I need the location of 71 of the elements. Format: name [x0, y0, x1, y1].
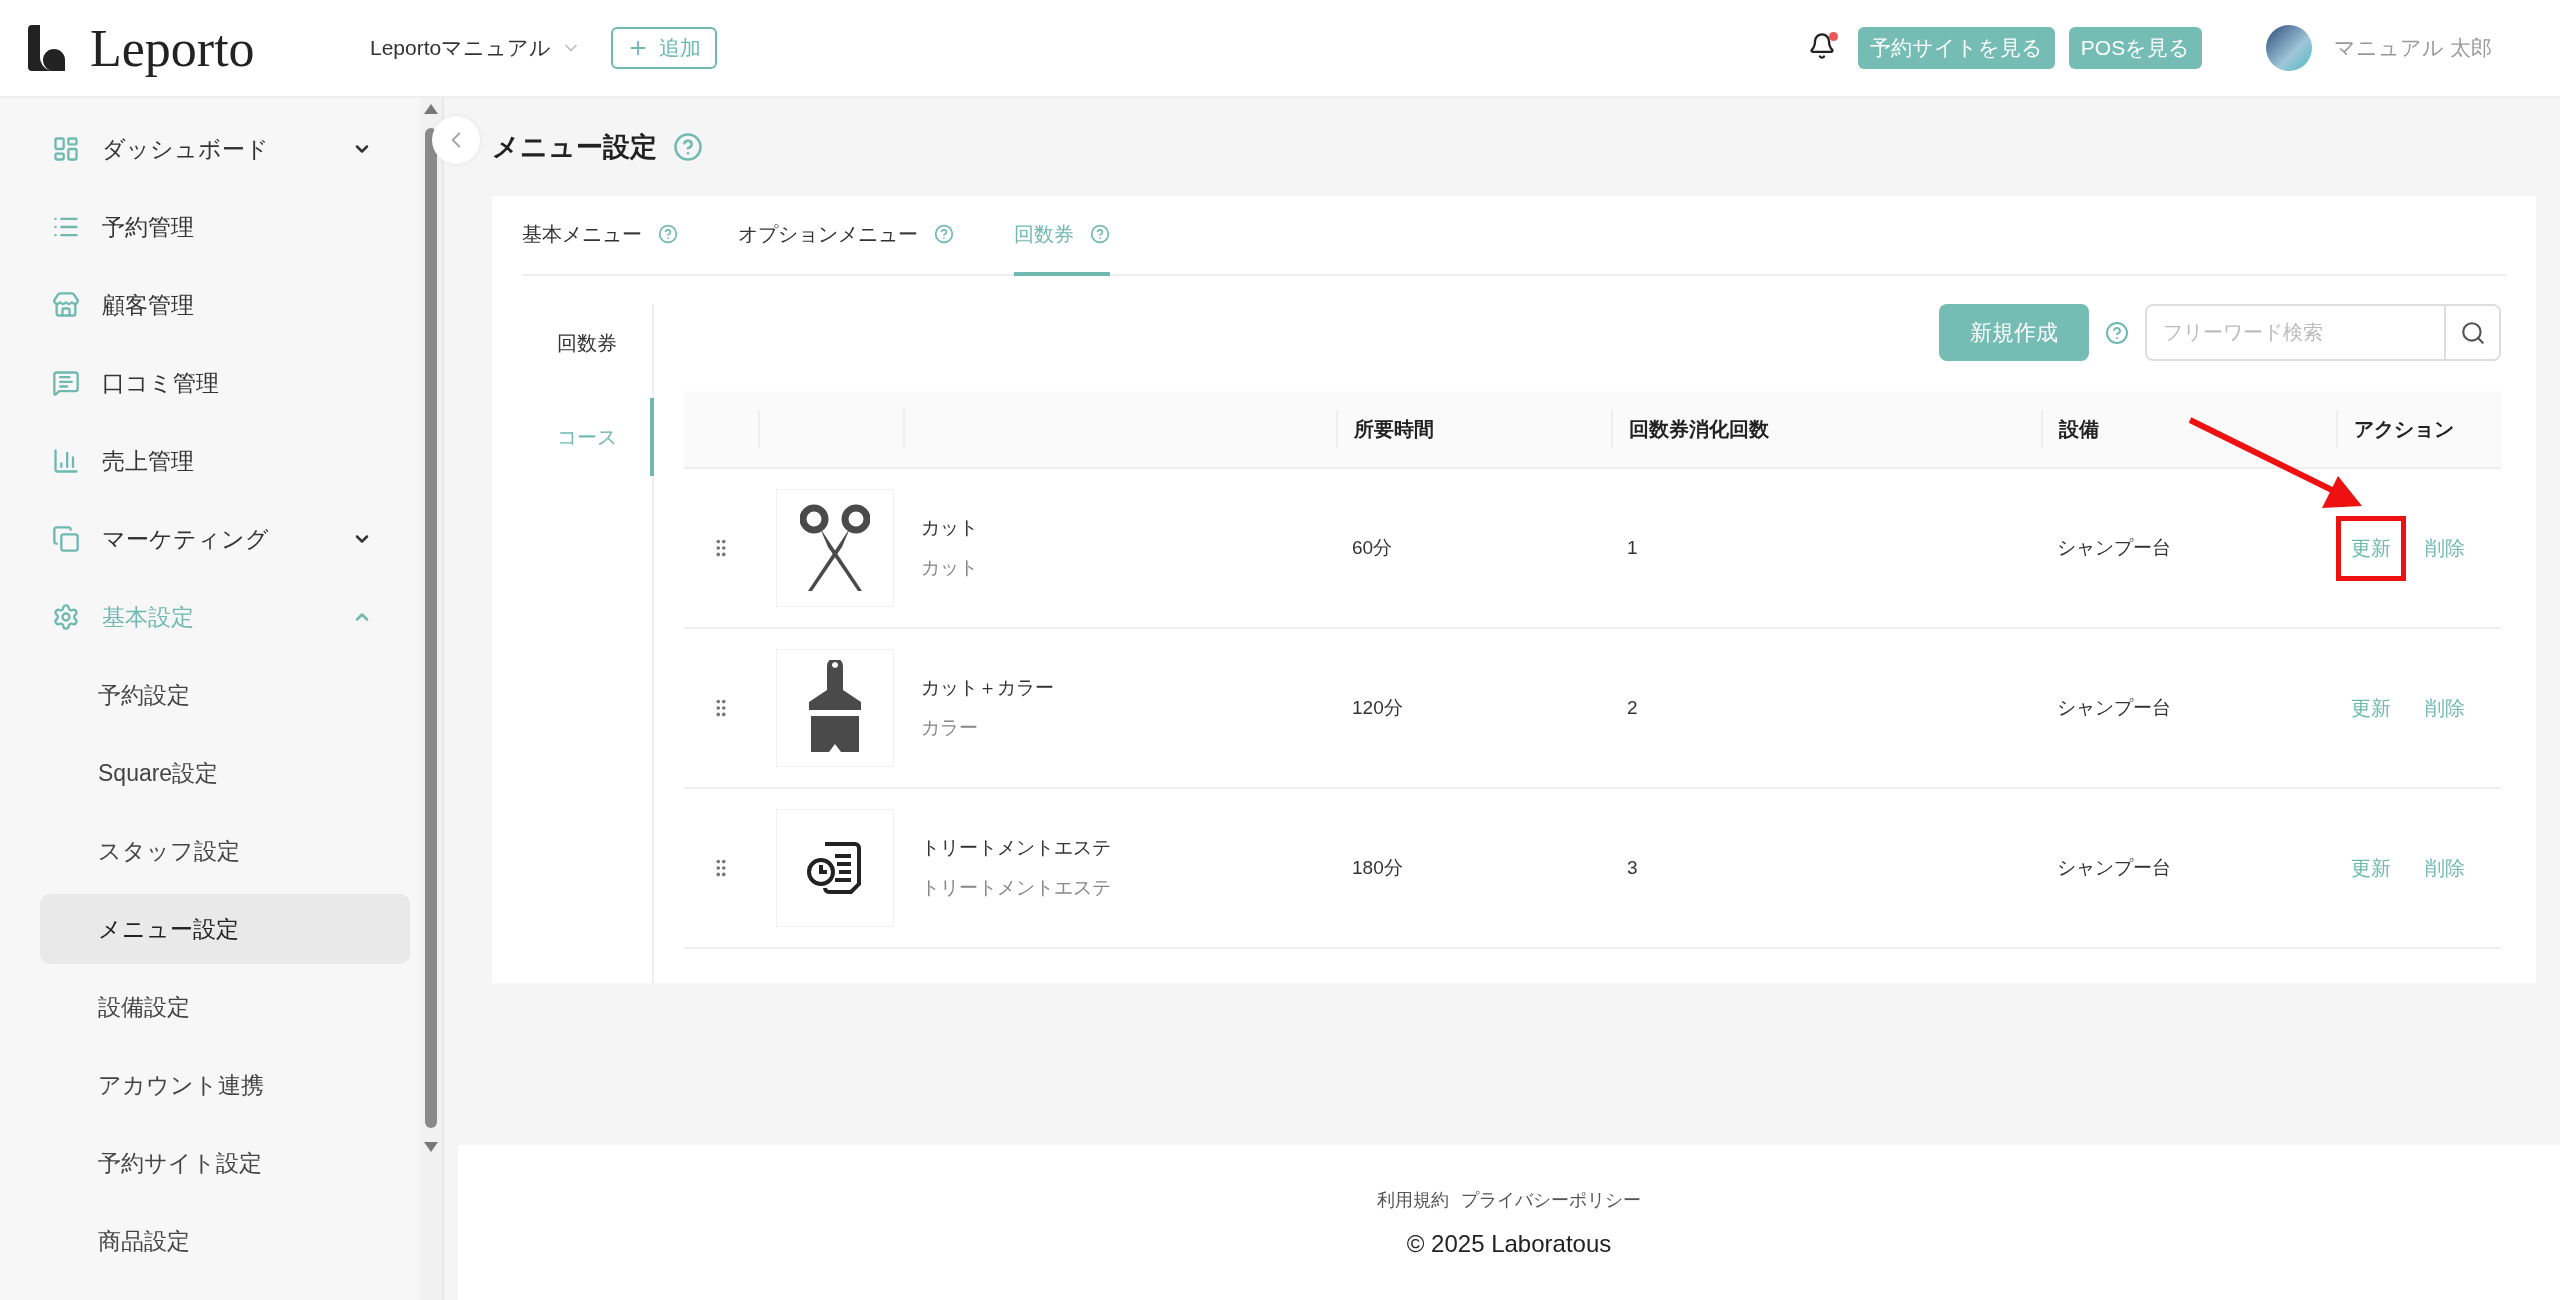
nav-label: 予約管理 [102, 212, 195, 242]
tab[interactable]: オプションメニュー [738, 196, 954, 276]
nav-label: 基本設定 [102, 602, 195, 632]
search-button[interactable] [2444, 306, 2499, 359]
equipment-cell-text: シャンプー台 [2056, 856, 2172, 880]
nav-icon [52, 603, 80, 631]
scissors-icon [800, 503, 870, 593]
help-icon[interactable] [2105, 320, 2129, 345]
sidebar-subitem[interactable]: 商品設定 [40, 1206, 410, 1276]
sidebar-subitem[interactable]: スタッフ設定 [40, 816, 410, 886]
menu-category: カラー [921, 716, 979, 740]
duration-cell-text: 180分 [1351, 856, 1404, 880]
search-icon [2459, 319, 2486, 346]
nav-icon [52, 447, 80, 475]
nav-icon [52, 291, 80, 319]
help-icon[interactable] [673, 132, 703, 162]
column-header: アクション [2336, 410, 2501, 448]
notification-bell-icon[interactable] [1807, 32, 1836, 60]
sidebar-item[interactable]: 売上管理 [0, 422, 420, 500]
sidebar-subitem[interactable]: 予約サイト設定 [40, 1128, 410, 1198]
sidebar-subitem[interactable]: 設備設定 [40, 972, 410, 1042]
scroll-down-icon[interactable] [424, 1142, 438, 1152]
sidebar-item[interactable]: 口コミ管理 [0, 344, 420, 422]
nav-label: 売上管理 [102, 446, 195, 476]
column-header: 回数券消化回数 [1611, 410, 2041, 448]
nav-icon [52, 369, 80, 397]
help-icon[interactable] [658, 224, 678, 244]
sidebar-subitem[interactable]: メニュー設定 [40, 894, 410, 964]
store-selector[interactable]: Leportoマニュアル [370, 34, 582, 62]
user-avatar[interactable] [2266, 25, 2313, 71]
menu-name: カット＋カラー [921, 676, 1055, 700]
collapse-sidebar-button[interactable] [432, 116, 480, 164]
duration-cell-text: 120分 [1351, 696, 1404, 720]
uses-cell-text: 1 [1626, 537, 1639, 559]
help-icon[interactable] [934, 224, 954, 244]
sidebar-item[interactable]: ダッシュボード [0, 110, 420, 188]
menu-name: トリートメントエステ [921, 836, 1112, 860]
sidebar-item[interactable]: 顧客管理 [0, 266, 420, 344]
nav-label: 口コミ管理 [102, 368, 220, 398]
nav-label: 顧客管理 [102, 290, 195, 320]
sidebar-item[interactable]: マーケティング [0, 500, 420, 578]
sidebar-subitem[interactable]: 予約設定 [40, 660, 410, 730]
column-header: 設備 [2041, 410, 2336, 448]
copyright: © 2025 Laboratous [1406, 1229, 1612, 1258]
subnav-item[interactable]: 回数券 [522, 304, 654, 382]
user-name: マニュアル 太郎 [2334, 35, 2492, 61]
scrollbar-thumb[interactable] [425, 128, 437, 1128]
uses-cell-text: 3 [1626, 857, 1639, 879]
search-field[interactable]: フリーワード検索 [2145, 304, 2501, 361]
equipment-cell-text: シャンプー台 [2056, 696, 2172, 720]
store-name: Leportoマニュアル [370, 35, 552, 61]
duration-cell-text: 60分 [1351, 536, 1394, 560]
nav-icon [52, 525, 80, 553]
tab[interactable]: 基本メニュー [522, 196, 678, 276]
footer-link[interactable]: プライバシーポリシー [1461, 1187, 1641, 1212]
nav-icon [52, 135, 80, 163]
equipment-cell-text: シャンプー台 [2056, 536, 2172, 560]
logo-text: Leporto [90, 18, 255, 78]
column-header: 所要時間 [1336, 410, 1611, 448]
menu-name: カット [921, 516, 979, 540]
uses-cell-text: 2 [1626, 697, 1639, 719]
sidebar-item[interactable]: 予約管理 [0, 188, 420, 266]
menu-category: トリートメントエステ [921, 876, 1112, 900]
footer-link[interactable]: 利用規約 [1377, 1187, 1449, 1212]
page-title: メニュー設定 [492, 131, 657, 164]
nav-label: ダッシュボード [102, 134, 270, 164]
sidebar-subitem[interactable]: アカウント連携 [40, 1050, 410, 1120]
sidebar-subitem[interactable]: Square設定 [40, 738, 410, 808]
help-icon[interactable] [1090, 224, 1110, 244]
nav-label: マーケティング [102, 524, 270, 554]
menu-category: カット [921, 556, 979, 580]
